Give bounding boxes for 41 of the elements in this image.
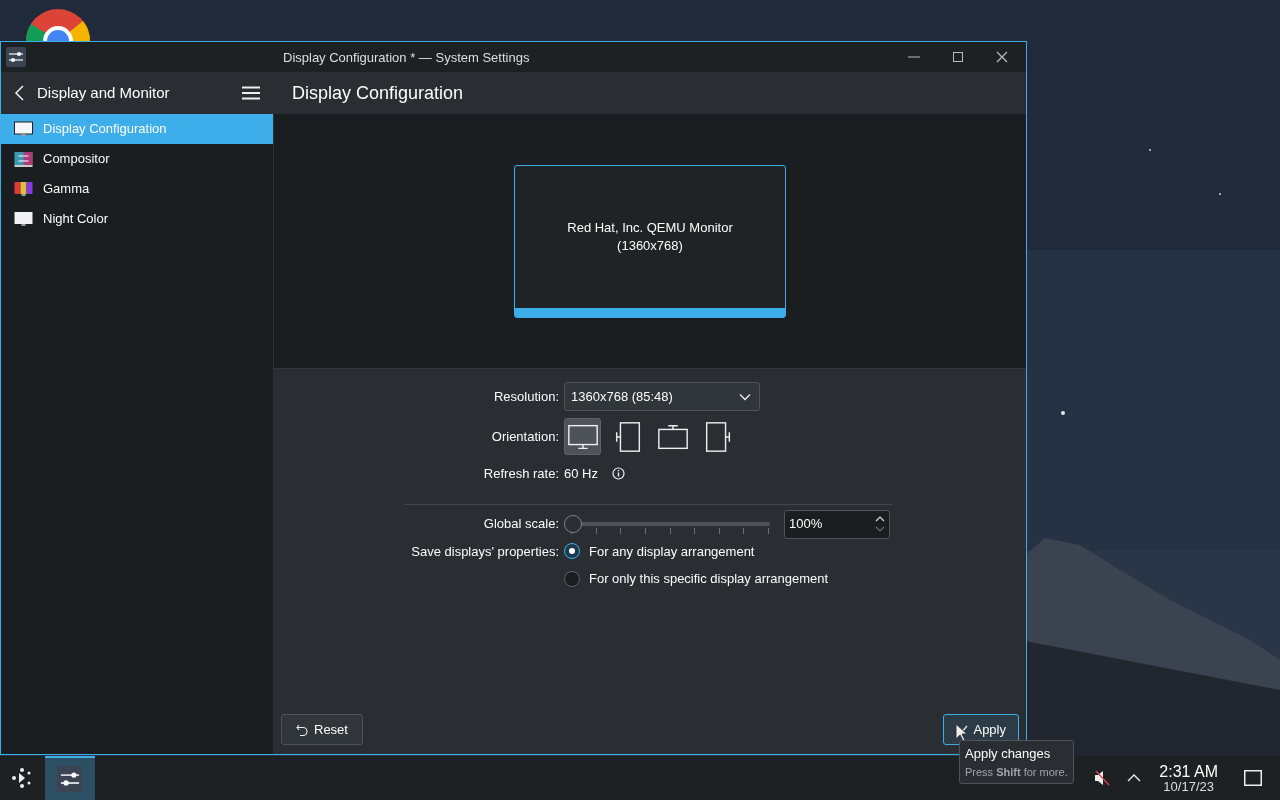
undo-icon [296, 723, 308, 736]
window-title: Display Configuration * — System Settings [283, 49, 530, 67]
tooltip-text: Press Shift for more. [965, 764, 1068, 780]
taskbar-task[interactable] [45, 756, 95, 800]
radio-button[interactable] [564, 543, 580, 560]
info-icon[interactable] [611, 467, 625, 481]
scale-spinbox[interactable]: 100% [784, 509, 890, 539]
resolution-dropdown[interactable]: 1360x768 (85:48) [564, 382, 760, 411]
monitor-preview[interactable]: Red Hat, Inc. QEMU Monitor (1360x768) [514, 165, 786, 318]
monitor-label: Red Hat, Inc. QEMU Monitor (1360x768) [567, 219, 733, 255]
back-icon[interactable] [13, 84, 27, 102]
chevron-down-icon [739, 392, 751, 401]
field-label: Global scale: [482, 515, 559, 534]
radio-button[interactable] [564, 570, 580, 587]
slider-thumb[interactable] [564, 515, 582, 533]
field-label: Save displays' properties: [410, 542, 559, 561]
sidebar-item[interactable]: Compositor [1, 144, 273, 174]
orientation-button[interactable] [564, 418, 601, 455]
volume-muted-icon[interactable] [1093, 769, 1112, 787]
monitor-icon [13, 210, 34, 228]
monitor-icon [13, 120, 34, 138]
sidebar-item[interactable]: Night Color [1, 204, 273, 234]
tooltip-title: Apply changes [965, 745, 1052, 763]
field-label: Refresh rate: [482, 465, 559, 483]
sidebar-item[interactable]: Gamma [1, 174, 273, 204]
menu-icon[interactable] [242, 86, 260, 100]
radio-option[interactable]: For only this specific display arrangement [564, 569, 1026, 589]
show-desktop-icon[interactable] [1244, 770, 1262, 786]
sidebar-title: Display and Monitor [37, 82, 170, 103]
settings-app-icon [57, 766, 83, 792]
chevron-up-icon[interactable] [1127, 773, 1142, 783]
reset-button[interactable]: Reset [281, 714, 363, 745]
refresh-rate-value: 60 Hz [564, 465, 598, 483]
radio-option[interactable]: For any display arrangement [564, 541, 1026, 561]
color-monitor-icon [13, 180, 34, 198]
page-title: Display Configuration [292, 81, 464, 105]
field-label: Orientation: [490, 427, 559, 446]
field-label: Resolution: [492, 387, 559, 406]
compositor-icon [13, 150, 34, 168]
settings-app-icon[interactable] [6, 47, 26, 67]
clock[interactable]: 2:31 AM 10/17/23 [1159, 763, 1218, 793]
